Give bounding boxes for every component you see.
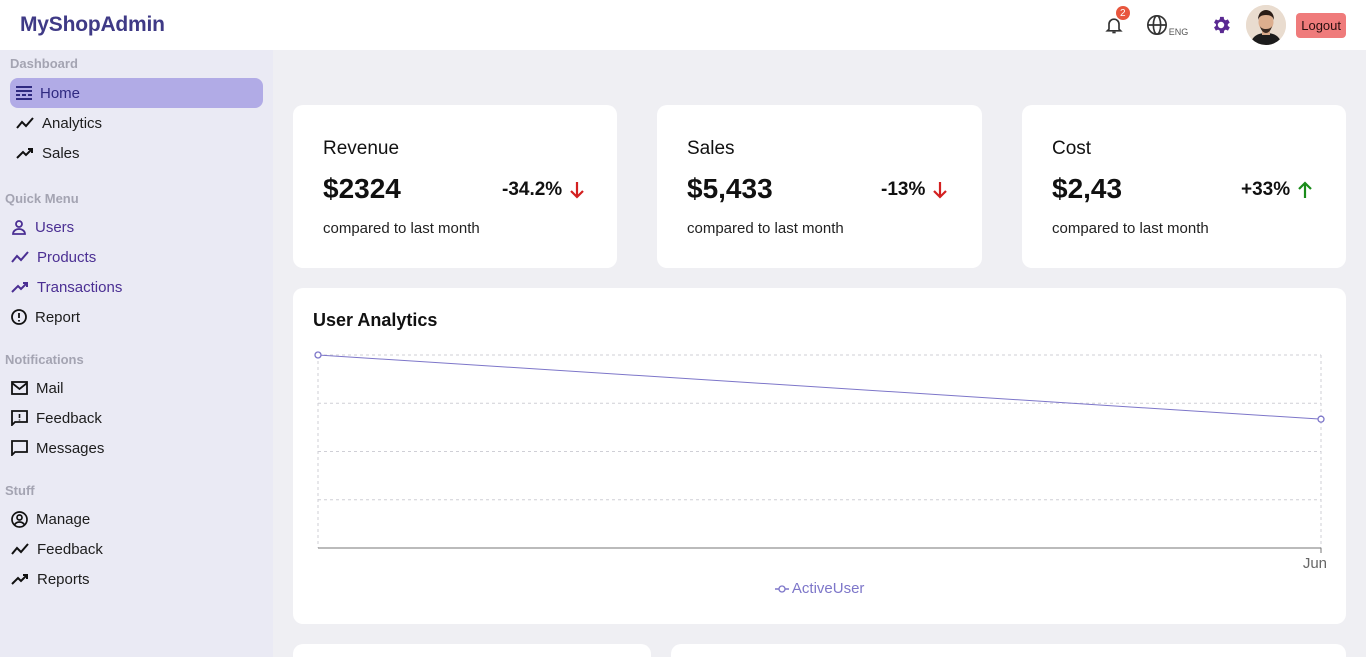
series-line bbox=[317, 354, 1322, 420]
alert-icon bbox=[11, 309, 27, 325]
sidebar-item-label: Messages bbox=[36, 439, 105, 457]
app-logo[interactable]: MyShopAdmin bbox=[20, 13, 165, 37]
globe-icon bbox=[1146, 15, 1167, 35]
stat-rate: +33% bbox=[1241, 179, 1291, 200]
stat-value: $5,433 bbox=[687, 173, 773, 204]
sidebar-item-users[interactable]: Users bbox=[0, 212, 273, 242]
sidebar-item-sales[interactable]: Sales bbox=[0, 138, 273, 168]
sidebar-item-manage[interactable]: Manage bbox=[0, 504, 273, 534]
stat-value: $2324 bbox=[323, 173, 401, 204]
sidebar-item-stuff-feedback[interactable]: Feedback bbox=[0, 534, 273, 564]
sidebar-item-mail[interactable]: Mail bbox=[0, 373, 273, 403]
user-avatar[interactable] bbox=[1246, 5, 1287, 45]
sidebar-item-label: Manage bbox=[36, 510, 91, 528]
sidebar-item-transactions[interactable]: Transactions bbox=[0, 272, 273, 302]
sidebar-item-label: Products bbox=[37, 248, 97, 266]
sidebar-item-feedback[interactable]: Feedback bbox=[0, 403, 273, 433]
sidebar-item-reports[interactable]: Reports bbox=[0, 564, 273, 594]
sidebar-item-report[interactable]: Report bbox=[0, 302, 273, 332]
stat-card-sales: Sales $5,433 -13% compared to last month bbox=[657, 105, 982, 268]
legend-label: ActiveUser bbox=[791, 580, 865, 597]
mail-icon bbox=[11, 381, 28, 395]
bottom-card-right bbox=[671, 644, 1346, 657]
data-point bbox=[314, 351, 322, 359]
chat-icon bbox=[11, 440, 28, 456]
gear-icon bbox=[1214, 16, 1231, 34]
trending-up-icon bbox=[11, 282, 28, 293]
home-icon bbox=[16, 86, 32, 100]
sidebar-section-title-stuff: Stuff bbox=[5, 483, 35, 498]
stat-rate-wrap: -13% bbox=[881, 179, 948, 201]
arrow-down-icon bbox=[570, 182, 584, 199]
feedback-icon bbox=[11, 410, 28, 426]
sidebar-item-messages[interactable]: Messages bbox=[0, 433, 273, 463]
sidebar-item-label: Home bbox=[40, 84, 81, 102]
x-tick-label: Jun bbox=[1303, 555, 1327, 572]
chart-series bbox=[314, 351, 1325, 423]
sidebar-item-analytics[interactable]: Analytics bbox=[0, 108, 273, 138]
sidebar-item-label: Reports bbox=[37, 570, 90, 588]
stat-rate: -13% bbox=[881, 179, 926, 200]
stat-rate-wrap: +33% bbox=[1241, 179, 1313, 201]
arrow-down-icon bbox=[933, 182, 948, 199]
stat-title: Cost bbox=[1052, 138, 1092, 159]
notifications-button[interactable]: 2 bbox=[1104, 6, 1130, 36]
stat-card-cost: Cost $2,43 +33% compared to last month bbox=[1022, 105, 1346, 268]
stat-title: Revenue bbox=[323, 138, 400, 159]
data-point bbox=[1317, 415, 1325, 423]
sidebar-item-label: Feedback bbox=[36, 409, 102, 427]
stat-subtitle: compared to last month bbox=[687, 220, 844, 237]
legend-line-icon bbox=[774, 585, 789, 593]
user-icon bbox=[12, 220, 26, 235]
stat-rate: -34.2% bbox=[502, 179, 563, 200]
sidebar-item-label: Analytics bbox=[42, 114, 103, 132]
stat-value: $2,43 bbox=[1052, 173, 1123, 204]
sidebar-section-title-dashboard: Dashboard bbox=[10, 56, 78, 71]
trending-up-icon bbox=[11, 574, 28, 585]
top-bar-actions: 2 ENG Logout bbox=[1104, 5, 1346, 45]
trending-icon bbox=[16, 117, 34, 129]
trending-up-icon bbox=[16, 148, 33, 159]
top-bar: MyShopAdmin 2 ENG Logout bbox=[0, 0, 1366, 50]
sidebar-item-label: Sales bbox=[42, 144, 80, 162]
sidebar: Dashboard Home Analytics Sales Quick Men… bbox=[0, 50, 273, 657]
sidebar-item-products[interactable]: Products bbox=[0, 242, 273, 272]
avatar-image bbox=[1246, 5, 1287, 45]
sidebar-section-title-notifications: Notifications bbox=[5, 352, 84, 367]
chart-grid bbox=[317, 354, 1322, 548]
settings-button[interactable] bbox=[1210, 14, 1232, 36]
stat-card-revenue: Revenue $2324 -34.2% compared to last mo… bbox=[293, 105, 617, 268]
notification-badge: 2 bbox=[1115, 6, 1130, 20]
stat-title: Sales bbox=[687, 138, 735, 159]
sidebar-item-label: Mail bbox=[36, 379, 64, 397]
logout-button[interactable]: Logout bbox=[1296, 12, 1346, 38]
arrow-up-icon bbox=[1298, 181, 1312, 198]
sidebar-item-label: Report bbox=[35, 308, 81, 326]
trending-icon bbox=[11, 543, 29, 555]
language-button[interactable]: ENG bbox=[1146, 13, 1189, 37]
trending-icon bbox=[11, 251, 29, 263]
sidebar-item-label: Feedback bbox=[37, 540, 103, 558]
sidebar-item-label: Transactions bbox=[37, 278, 123, 296]
stat-rate-wrap: -34.2% bbox=[502, 179, 585, 201]
account-circle-icon bbox=[11, 510, 28, 528]
sidebar-section-title-quick-menu: Quick Menu bbox=[5, 191, 79, 206]
user-analytics-chart: Jun bbox=[314, 351, 1327, 572]
chart-axis: Jun bbox=[318, 547, 1327, 572]
language-label: ENG bbox=[1168, 27, 1189, 37]
stat-subtitle: compared to last month bbox=[323, 220, 480, 237]
stat-subtitle: compared to last month bbox=[1052, 220, 1209, 237]
bottom-card-left bbox=[293, 644, 651, 657]
sidebar-item-home[interactable]: Home bbox=[10, 78, 263, 108]
user-analytics-card: User Analytics Jun ActiveUser bbox=[293, 288, 1346, 624]
sidebar-item-label: Users bbox=[35, 218, 75, 236]
chart-legend[interactable]: ActiveUser bbox=[293, 580, 1346, 597]
